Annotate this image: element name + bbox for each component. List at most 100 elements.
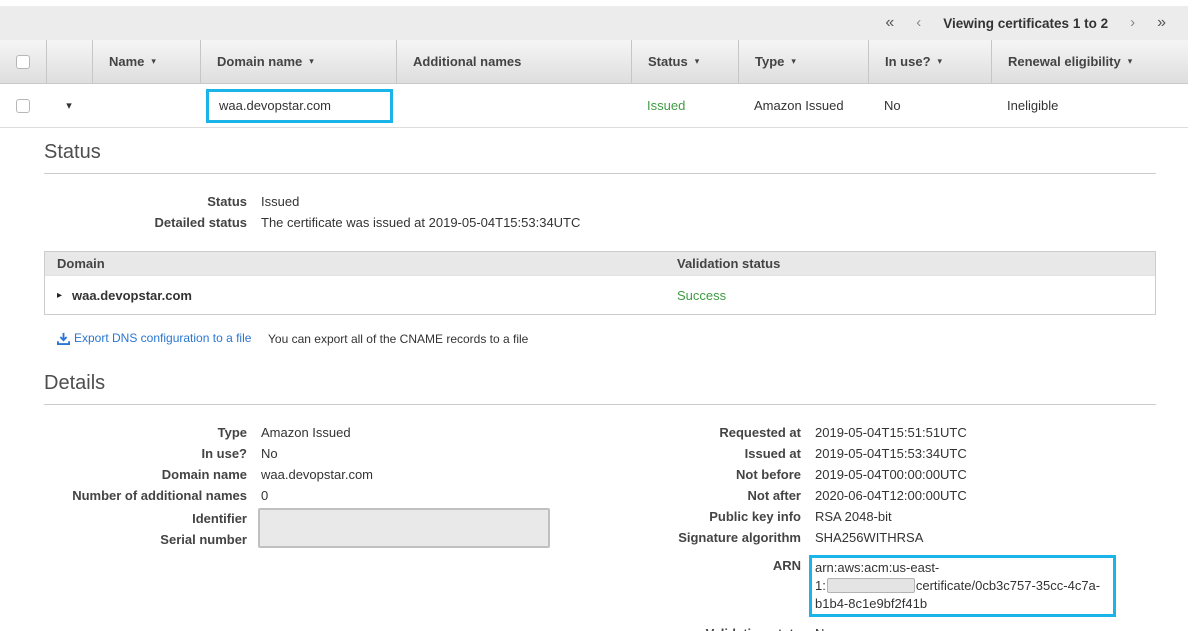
certificates-table-header: Name ▾ Domain name ▾ Additional names St…	[0, 40, 1188, 84]
details-field-label: Signature algorithm	[600, 527, 801, 548]
domain-validation-row: ▸ waa.devopstar.com Success	[45, 275, 1155, 314]
export-dns-link-label: Export DNS configuration to a file	[74, 331, 251, 345]
details-right-column: Requested at 2019-05-04T15:51:51UTC Issu…	[600, 422, 1156, 631]
domain-value: waa.devopstar.com	[72, 288, 192, 303]
column-header-status-label: Status	[648, 54, 688, 69]
column-header-type[interactable]: Type ▾	[738, 40, 868, 83]
pagination-last-button[interactable]: »	[1157, 15, 1166, 31]
redacted-identifier-serial-value	[258, 508, 550, 548]
status-fields: Status Issued Detailed status The certif…	[44, 191, 1156, 233]
cell-additional-names	[396, 84, 631, 127]
arn-line2-prefix: 1:	[815, 578, 826, 593]
cell-in-use: No	[868, 84, 991, 127]
pagination-next-button[interactable]: ›	[1130, 15, 1135, 31]
column-header-name-label: Name	[109, 54, 144, 69]
validation-state-value: None	[815, 623, 846, 631]
details-field-label: Not after	[600, 485, 801, 506]
arn-row: ARN arn:aws:acm:us-east- 1: certificate/0…	[600, 555, 1156, 617]
cell-name	[92, 84, 200, 127]
details-field-value: waa.devopstar.com	[261, 464, 373, 485]
arn-line3: b1b4-8c1e9bf2f41b	[815, 596, 927, 611]
redacted-account-id	[827, 578, 915, 593]
row-checkbox[interactable]	[16, 99, 30, 113]
arn-line2-suffix: certificate/0cb3c757-35cc-4c7a-	[916, 578, 1100, 593]
cell-type: Amazon Issued	[738, 84, 868, 127]
status-field-row: Status Issued	[44, 191, 1156, 212]
pagination-bar: « ‹ Viewing certificates 1 to 2 › »	[0, 6, 1188, 40]
column-header-additional-names: Additional names	[396, 40, 631, 83]
column-header-in-use[interactable]: In use? ▾	[868, 40, 991, 83]
identifier-label: Identifier	[44, 508, 247, 529]
details-field-row: Signature algorithm SHA256WITHRSA	[600, 527, 1156, 548]
section-divider	[44, 404, 1156, 405]
details-field-value: SHA256WITHRSA	[815, 527, 923, 548]
row-expander-icon[interactable]: ▾	[66, 99, 72, 112]
details-section-title: Details	[44, 372, 1156, 395]
details-field-label: Type	[44, 422, 247, 443]
validation-state-label: Validation state	[600, 623, 801, 631]
expander-column-header	[46, 40, 92, 83]
section-divider	[44, 173, 1156, 174]
details-left-column: Type Amazon Issued In use? No Domain nam…	[44, 422, 600, 631]
details-field-row: Public key info RSA 2048-bit	[600, 506, 1156, 527]
details-field-label: Issued at	[600, 443, 801, 464]
details-field-value: 2019-05-04T00:00:00UTC	[815, 464, 967, 485]
detailed-status-row: Detailed status The certificate was issu…	[44, 212, 1156, 233]
cell-renewal-eligibility: Ineligible	[991, 84, 1188, 127]
cell-status: Issued	[631, 84, 738, 127]
column-header-status[interactable]: Status ▾	[631, 40, 738, 83]
details-field-row: Not before 2019-05-04T00:00:00UTC	[600, 464, 1156, 485]
column-header-renewal-eligibility[interactable]: Renewal eligibility ▾	[991, 40, 1188, 83]
details-field-label: Public key info	[600, 506, 801, 527]
identifier-serial-block: Identifier Serial number	[44, 508, 600, 550]
column-header-additional-names-label: Additional names	[413, 54, 521, 69]
details-field-value: 2019-05-04T15:53:34UTC	[815, 443, 967, 464]
details-field-row: Issued at 2019-05-04T15:53:34UTC	[600, 443, 1156, 464]
certificates-table: Name ▾ Domain name ▾ Additional names St…	[0, 40, 1188, 128]
details-field-label: In use?	[44, 443, 247, 464]
details-field-row: Requested at 2019-05-04T15:51:51UTC	[600, 422, 1156, 443]
details-field-row: In use? No	[44, 443, 600, 464]
export-dns-link[interactable]: Export DNS configuration to a file	[57, 331, 251, 345]
domain-name-link[interactable]: waa.devopstar.com	[206, 89, 393, 123]
arn-label: ARN	[600, 555, 801, 617]
details-field-value: 2020-06-04T12:00:00UTC	[815, 485, 967, 506]
certificate-row[interactable]: ▾ waa.devopstar.com Issued Amazon Issued…	[0, 84, 1188, 128]
domain-column-header: Domain	[45, 256, 677, 271]
details-field-value: No	[261, 443, 278, 464]
details-field-value: RSA 2048-bit	[815, 506, 892, 527]
arn-value-highlighted: arn:aws:acm:us-east- 1: certificate/0cb3c…	[809, 555, 1116, 617]
details-field-label: Domain name	[44, 464, 247, 485]
column-header-domain-name[interactable]: Domain name ▾	[200, 40, 396, 83]
column-header-domain-name-label: Domain name	[217, 54, 302, 69]
sort-caret-icon: ▾	[938, 56, 943, 67]
status-section-title: Status	[44, 141, 1156, 164]
pagination-prev-button[interactable]: ‹	[916, 15, 921, 31]
arn-line1: arn:aws:acm:us-east-	[815, 560, 939, 575]
serial-number-label: Serial number	[44, 529, 247, 550]
validation-state-row: Validation state None	[600, 623, 1156, 631]
details-field-row: Not after 2020-06-04T12:00:00UTC	[600, 485, 1156, 506]
pagination-label: Viewing certificates 1 to 2	[943, 16, 1108, 31]
validation-status-column-header: Validation status	[677, 256, 1155, 271]
sort-caret-icon: ▾	[151, 56, 156, 67]
pagination-first-button[interactable]: «	[885, 15, 894, 31]
sort-caret-icon: ▾	[1128, 56, 1133, 67]
details-field-value: 0	[261, 485, 268, 506]
domain-expander-icon[interactable]: ▸	[57, 290, 62, 301]
details-field-row: Number of additional names 0	[44, 485, 600, 506]
details-field-row: Type Amazon Issued	[44, 422, 600, 443]
export-dns-row: Export DNS configuration to a file You c…	[44, 331, 1156, 347]
sort-caret-icon: ▾	[791, 56, 796, 67]
domain-validation-header: Domain Validation status	[45, 252, 1155, 275]
column-header-type-label: Type	[755, 54, 784, 69]
detailed-status-label: Detailed status	[44, 212, 247, 233]
status-field-label: Status	[44, 191, 247, 212]
details-field-value: 2019-05-04T15:51:51UTC	[815, 422, 967, 443]
download-icon	[57, 332, 70, 345]
select-all-checkbox[interactable]	[16, 55, 30, 69]
column-header-name[interactable]: Name ▾	[92, 40, 200, 83]
details-grid: Type Amazon Issued In use? No Domain nam…	[44, 422, 1156, 631]
sort-caret-icon: ▾	[695, 56, 700, 67]
details-field-label: Not before	[600, 464, 801, 485]
